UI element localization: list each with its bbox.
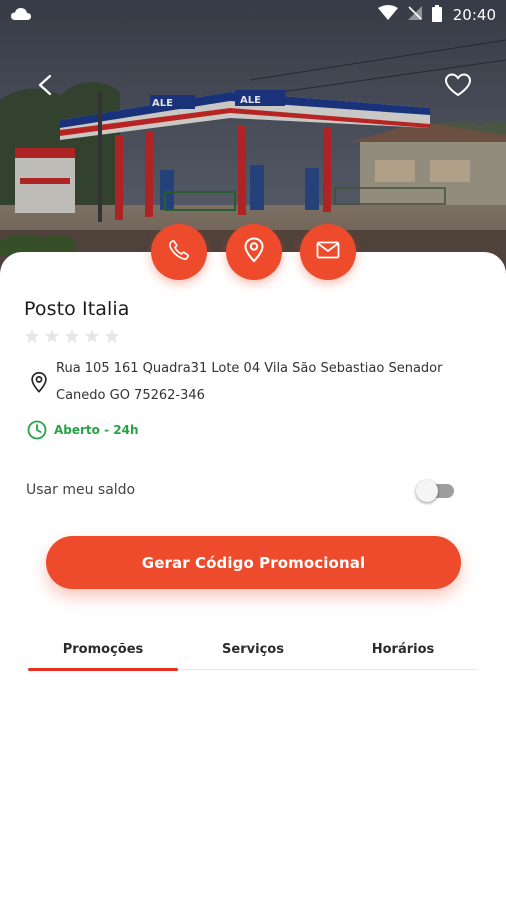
- hours-text: Aberto - 24h: [54, 423, 139, 437]
- phone-icon: [168, 239, 190, 265]
- rating-stars: [24, 328, 120, 344]
- status-time: 20:40: [452, 6, 496, 24]
- signal-icon: [407, 5, 423, 25]
- contact-actions: [0, 224, 506, 280]
- use-balance-row: Usar meu saldo: [26, 478, 456, 502]
- map-button[interactable]: [226, 224, 282, 280]
- address-text: Rua 105 161 Quadra31 Lote 04 Vila São Se…: [56, 361, 443, 403]
- tab-horarios[interactable]: Horários: [328, 630, 478, 669]
- use-balance-toggle[interactable]: [416, 478, 456, 502]
- back-button[interactable]: [28, 72, 62, 102]
- tab-promocoes[interactable]: Promoções: [28, 630, 178, 671]
- station-address: Rua 105 161 Quadra31 Lote 04 Vila São Se…: [28, 355, 468, 409]
- location-pin-icon: [243, 237, 265, 267]
- star-icon: [104, 329, 120, 343]
- wifi-icon: [377, 5, 398, 25]
- heart-icon: [444, 73, 472, 101]
- call-button[interactable]: [151, 224, 207, 280]
- use-balance-label: Usar meu saldo: [26, 482, 136, 498]
- tab-servicos[interactable]: Serviços: [178, 630, 328, 669]
- clock-icon: [27, 420, 47, 440]
- star-icon: [24, 329, 40, 343]
- cloud-icon: [10, 6, 32, 25]
- details-tabs: Promoções Serviços Horários: [28, 630, 478, 671]
- star-icon: [84, 329, 100, 343]
- station-name: Posto Italia: [24, 298, 130, 320]
- status-bar: 20:40: [0, 0, 506, 30]
- generate-promo-code-button[interactable]: Gerar Código Promocional: [46, 536, 461, 589]
- location-pin-icon: [31, 372, 47, 393]
- battery-icon: [431, 4, 442, 26]
- chevron-left-icon: [37, 74, 53, 100]
- opening-hours: Aberto - 24h: [27, 420, 139, 440]
- favorite-button[interactable]: [440, 70, 476, 104]
- email-button[interactable]: [300, 224, 356, 280]
- toggle-knob: [416, 480, 438, 502]
- star-icon: [44, 329, 60, 343]
- star-icon: [64, 329, 80, 343]
- mail-icon: [316, 241, 340, 263]
- generate-promo-code-label: Gerar Código Promocional: [141, 553, 366, 572]
